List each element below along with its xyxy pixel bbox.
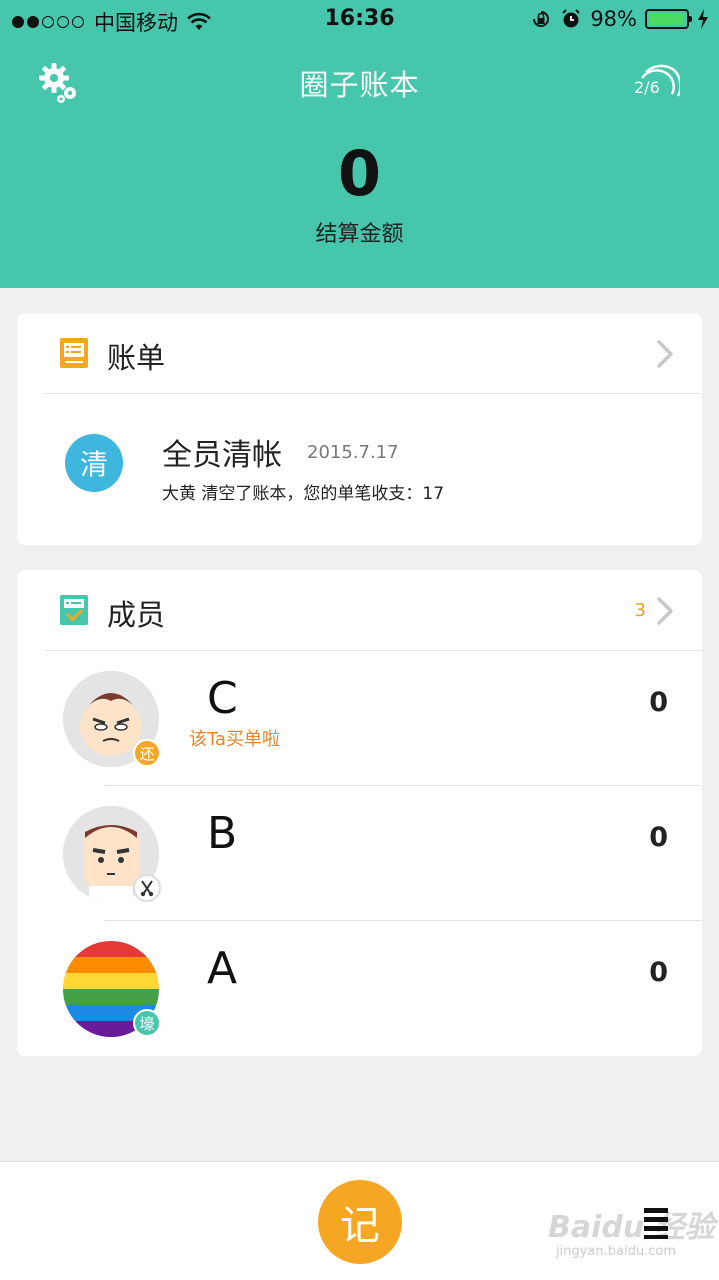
member-row[interactable]: 壕 A 0 (17, 921, 702, 1056)
list-menu-icon[interactable] (640, 1206, 672, 1240)
members-title: 成员 (107, 598, 166, 632)
status-bar: 中国移动 16:36 98% (0, 0, 719, 40)
chevron-right-icon (657, 340, 673, 368)
chevron-right-icon (657, 597, 673, 625)
record-button[interactable]: 记 (318, 1180, 402, 1264)
alarm-icon (562, 9, 581, 28)
orientation-lock-icon (533, 11, 550, 27)
bill-date: 2015.7.17 (307, 442, 399, 463)
member-count-badge: 3 (634, 600, 646, 621)
member-amount: 0 (649, 822, 668, 853)
member-amount: 0 (649, 687, 668, 718)
bills-card: 账单 清 全员清帐 2015.7.17 大黄 清空了账本，您的单笔收支：17 (17, 313, 702, 545)
status-right: 98% (530, 7, 709, 31)
circle-switch-button[interactable]: 2/6 (634, 64, 680, 102)
page-title: 圈子账本 (299, 68, 420, 102)
bottom-bar: 记 Baidu 经验 jingyan.baidu.com (0, 1161, 719, 1280)
watermark-logo: Baidu 经验 (548, 1210, 715, 1245)
bill-description: 大黄 清空了账本，您的单笔收支：17 (162, 484, 445, 504)
charging-icon (698, 9, 708, 29)
bills-header[interactable]: 账单 (17, 313, 702, 393)
circle-count: 2/6 (634, 78, 660, 97)
clear-bill-icon: 清 (65, 434, 123, 492)
top-summary-area: 中国移动 16:36 98% 圈子账本 2/6 0 结算金额 (0, 0, 719, 288)
rich-badge: 壕 (133, 1009, 161, 1037)
member-name: A (207, 943, 238, 994)
settlement-amount-label: 结算金额 (315, 222, 404, 247)
members-header[interactable]: 成员 3 (17, 570, 702, 650)
members-card: 成员 3 还 C 该Ta买单啦 0 B 0 壕 A 0 (17, 570, 702, 1056)
settlement-amount: 0 (337, 137, 382, 210)
member-name: C (207, 673, 238, 724)
bills-title: 账单 (107, 341, 166, 375)
member-checklist-icon (60, 595, 88, 625)
battery-icon (645, 9, 692, 29)
repay-badge: 还 (133, 739, 161, 767)
battery-percentage: 98% (590, 7, 637, 31)
member-row[interactable]: 还 C 该Ta买单啦 0 (17, 651, 702, 786)
member-amount: 0 (649, 957, 668, 988)
bill-book-icon (60, 338, 88, 368)
member-row[interactable]: B 0 (17, 786, 702, 921)
member-name: B (207, 808, 238, 859)
member-note: 该Ta买单啦 (189, 729, 281, 750)
bill-entry[interactable]: 清 全员清帐 2015.7.17 大黄 清空了账本，您的单笔收支：17 (17, 394, 702, 544)
bill-title: 全员清帐 (162, 438, 282, 473)
scissors-icon (140, 880, 154, 897)
scissors-badge (133, 874, 161, 902)
watermark-url: jingyan.baidu.com (556, 1244, 676, 1259)
